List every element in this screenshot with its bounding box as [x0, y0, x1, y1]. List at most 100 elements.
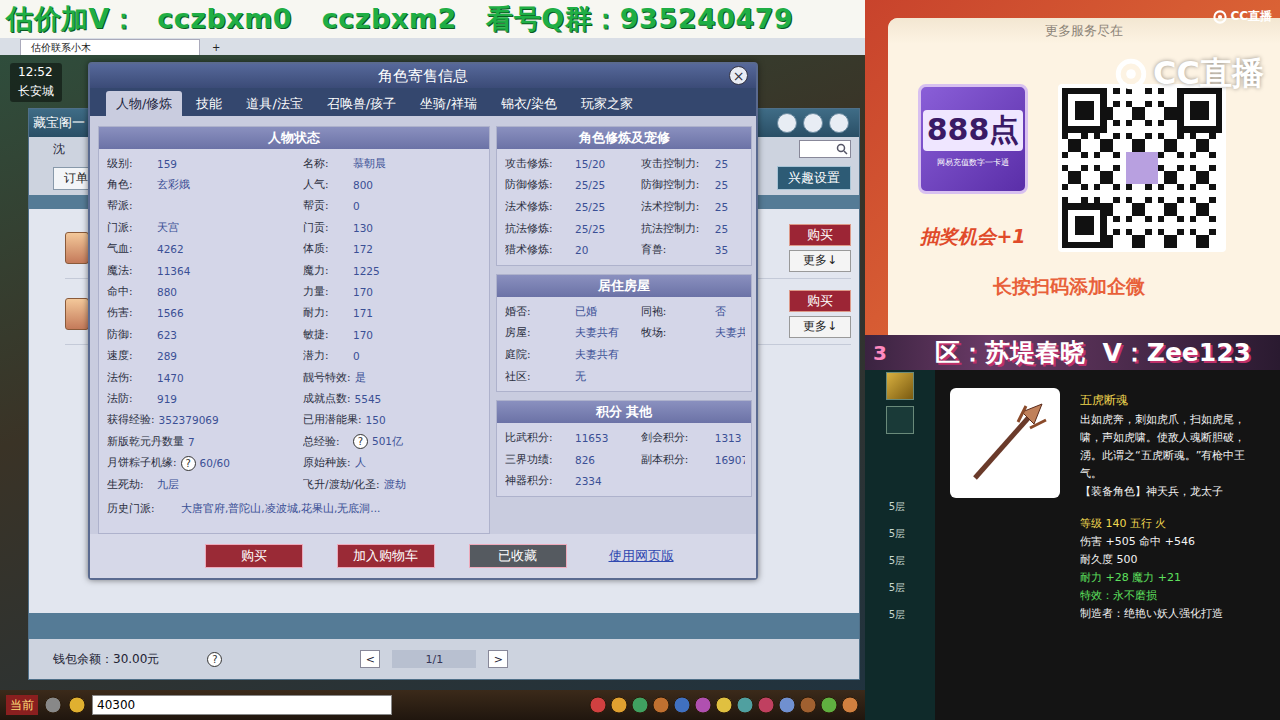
info-value: 1225 — [353, 265, 380, 277]
toolbar-icon[interactable] — [757, 696, 775, 714]
info-cell: 耐力:171 — [303, 306, 483, 320]
info-value: 天宫 — [157, 221, 179, 235]
action-button[interactable]: 已收藏 — [469, 544, 567, 568]
chat-channel[interactable]: 当前 — [6, 695, 38, 715]
info-label: 新版乾元丹数量 — [107, 435, 184, 449]
toolbar-icon[interactable] — [631, 696, 649, 714]
listing-buttons: 购买更多↓ — [789, 290, 851, 338]
info-cell: 法防:919 — [107, 392, 303, 406]
info-cell: 防御修炼:25/25 — [505, 178, 641, 192]
info-cell: 帮贡:0 — [303, 199, 483, 213]
close-button[interactable] — [829, 113, 849, 133]
info-row: 门派:天宫门贡:130 — [107, 217, 483, 238]
browser-tab[interactable]: 估价联系小木 — [20, 39, 200, 55]
info-label: 三界功绩: — [505, 453, 571, 467]
info-value: 15/20 — [575, 158, 605, 170]
info-value: 无 — [575, 370, 586, 384]
toolbar-icon[interactable] — [652, 696, 670, 714]
toolbar-icon[interactable] — [799, 696, 817, 714]
web-link[interactable]: 使用网页版 — [601, 544, 682, 568]
help-icon[interactable]: ? — [353, 434, 368, 449]
toolbar-icon[interactable] — [694, 696, 712, 714]
info-section: 角色修炼及宠修攻击修炼:15/20攻击控制力:25防御修炼:25/25防御控制力… — [496, 126, 752, 266]
slot-icon[interactable] — [886, 406, 914, 434]
area-prefix: 3 — [865, 341, 935, 365]
info-label: 总经验: — [303, 435, 349, 449]
more-button[interactable]: 更多↓ — [789, 250, 851, 272]
more-button[interactable]: 更多↓ — [789, 316, 851, 338]
minimize-button[interactable] — [777, 113, 797, 133]
info-cell: 获得经验:352379069 — [107, 413, 303, 427]
buy-button[interactable]: 购买 — [789, 290, 851, 312]
search-icon — [836, 143, 848, 155]
info-cell: 猎术修炼:20 — [505, 243, 641, 257]
dialog-tab[interactable]: 玩家之家 — [571, 91, 643, 116]
list-footer — [29, 613, 859, 639]
info-cell: 魔力:1225 — [303, 264, 483, 278]
search-field[interactable] — [799, 140, 851, 158]
info-value: 25/25 — [575, 201, 605, 213]
dialog-tab[interactable]: 人物/修炼 — [106, 91, 182, 116]
action-button[interactable]: 加入购物车 — [337, 544, 435, 568]
browser-tab-strip: 估价联系小木+ — [0, 38, 865, 55]
help-icon[interactable]: ? — [207, 652, 222, 667]
next-page-button[interactable]: > — [488, 650, 508, 668]
toolbar-icon[interactable] — [68, 696, 86, 714]
info-label: 婚否: — [505, 305, 571, 319]
help-icon[interactable]: ? — [181, 456, 196, 471]
toolbar-icon[interactable] — [820, 696, 838, 714]
dialog-tab[interactable]: 坐骑/祥瑞 — [410, 91, 486, 116]
info-cell: 神器积分:2334 — [505, 474, 643, 488]
dialog-tab[interactable]: 召唤兽/孩子 — [317, 91, 406, 116]
info-value: 170 — [353, 286, 373, 298]
toolbar-icon[interactable] — [673, 696, 691, 714]
info-row: 级别:159名称:慕朝晨 — [107, 153, 483, 174]
info-row: 获得经验:352379069已用潜能果:150 — [107, 410, 483, 431]
info-cell: 防御:623 — [107, 328, 303, 342]
info-value: 826 — [575, 454, 595, 466]
dialog-tab[interactable]: 道具/法宝 — [236, 91, 312, 116]
buy-button[interactable]: 购买 — [789, 224, 851, 246]
toolbar-icon[interactable] — [610, 696, 628, 714]
info-label: 帮派: — [107, 199, 153, 213]
prev-page-button[interactable]: < — [360, 650, 380, 668]
info-label: 潜力: — [303, 349, 349, 363]
info-value: 60/60 — [200, 457, 230, 469]
chat-input[interactable]: 40300 — [92, 695, 392, 715]
info-cell: 速度:289 — [107, 349, 303, 363]
info-value: 623 — [157, 329, 177, 341]
section-title: 积分 其他 — [497, 401, 751, 423]
info-cell: 名称:慕朝晨 — [303, 157, 483, 171]
info-row: 抗法修炼:25/25抗法控制力:25 — [505, 218, 745, 240]
info-cell: 体质:172 — [303, 242, 483, 256]
dialog-tab[interactable]: 锦衣/染色 — [491, 91, 567, 116]
settings-button[interactable] — [803, 113, 823, 133]
toolbar-icon[interactable] — [589, 696, 607, 714]
interest-button[interactable]: 兴趣设置 — [777, 166, 851, 190]
action-button[interactable]: 购买 — [205, 544, 303, 568]
info-row: 法术修炼:25/25法术控制力:25 — [505, 196, 745, 218]
card-caption: 网易充值数字一卡通 — [937, 157, 1009, 168]
info-label: 牧场: — [641, 326, 711, 340]
toolbar-icon[interactable] — [778, 696, 796, 714]
info-rows: 攻击修炼:15/20攻击控制力:25防御修炼:25/25防御控制力:25法术修炼… — [497, 149, 751, 265]
toolbar-icon[interactable] — [44, 696, 62, 714]
ad-cta: 长按扫码添加企微 — [888, 274, 1280, 300]
dialog-tab[interactable]: 技能 — [186, 91, 232, 116]
toolbar-icon[interactable] — [736, 696, 754, 714]
toolbar-icon[interactable] — [841, 696, 859, 714]
area-text: 区：苏堤春晓 V：Zee123 — [935, 336, 1251, 369]
info-label: 魔法: — [107, 264, 153, 278]
close-button[interactable]: × — [729, 66, 748, 85]
weapon-slot-icon[interactable] — [886, 372, 914, 400]
item-line: 制造者：绝艳い妖人强化打造 — [1080, 606, 1280, 621]
info-label: 体质: — [303, 242, 349, 256]
info-value: 0 — [353, 350, 360, 362]
toolbar-icon[interactable] — [715, 696, 733, 714]
browser-tab[interactable]: + — [202, 40, 230, 55]
info-value: 5545 — [355, 393, 382, 405]
info-cell: 新版乾元丹数量7 — [107, 435, 303, 449]
item-line: 气。 — [1080, 466, 1280, 481]
info-value: 0 — [353, 200, 360, 212]
info-cell: 法术修炼:25/25 — [505, 200, 641, 214]
